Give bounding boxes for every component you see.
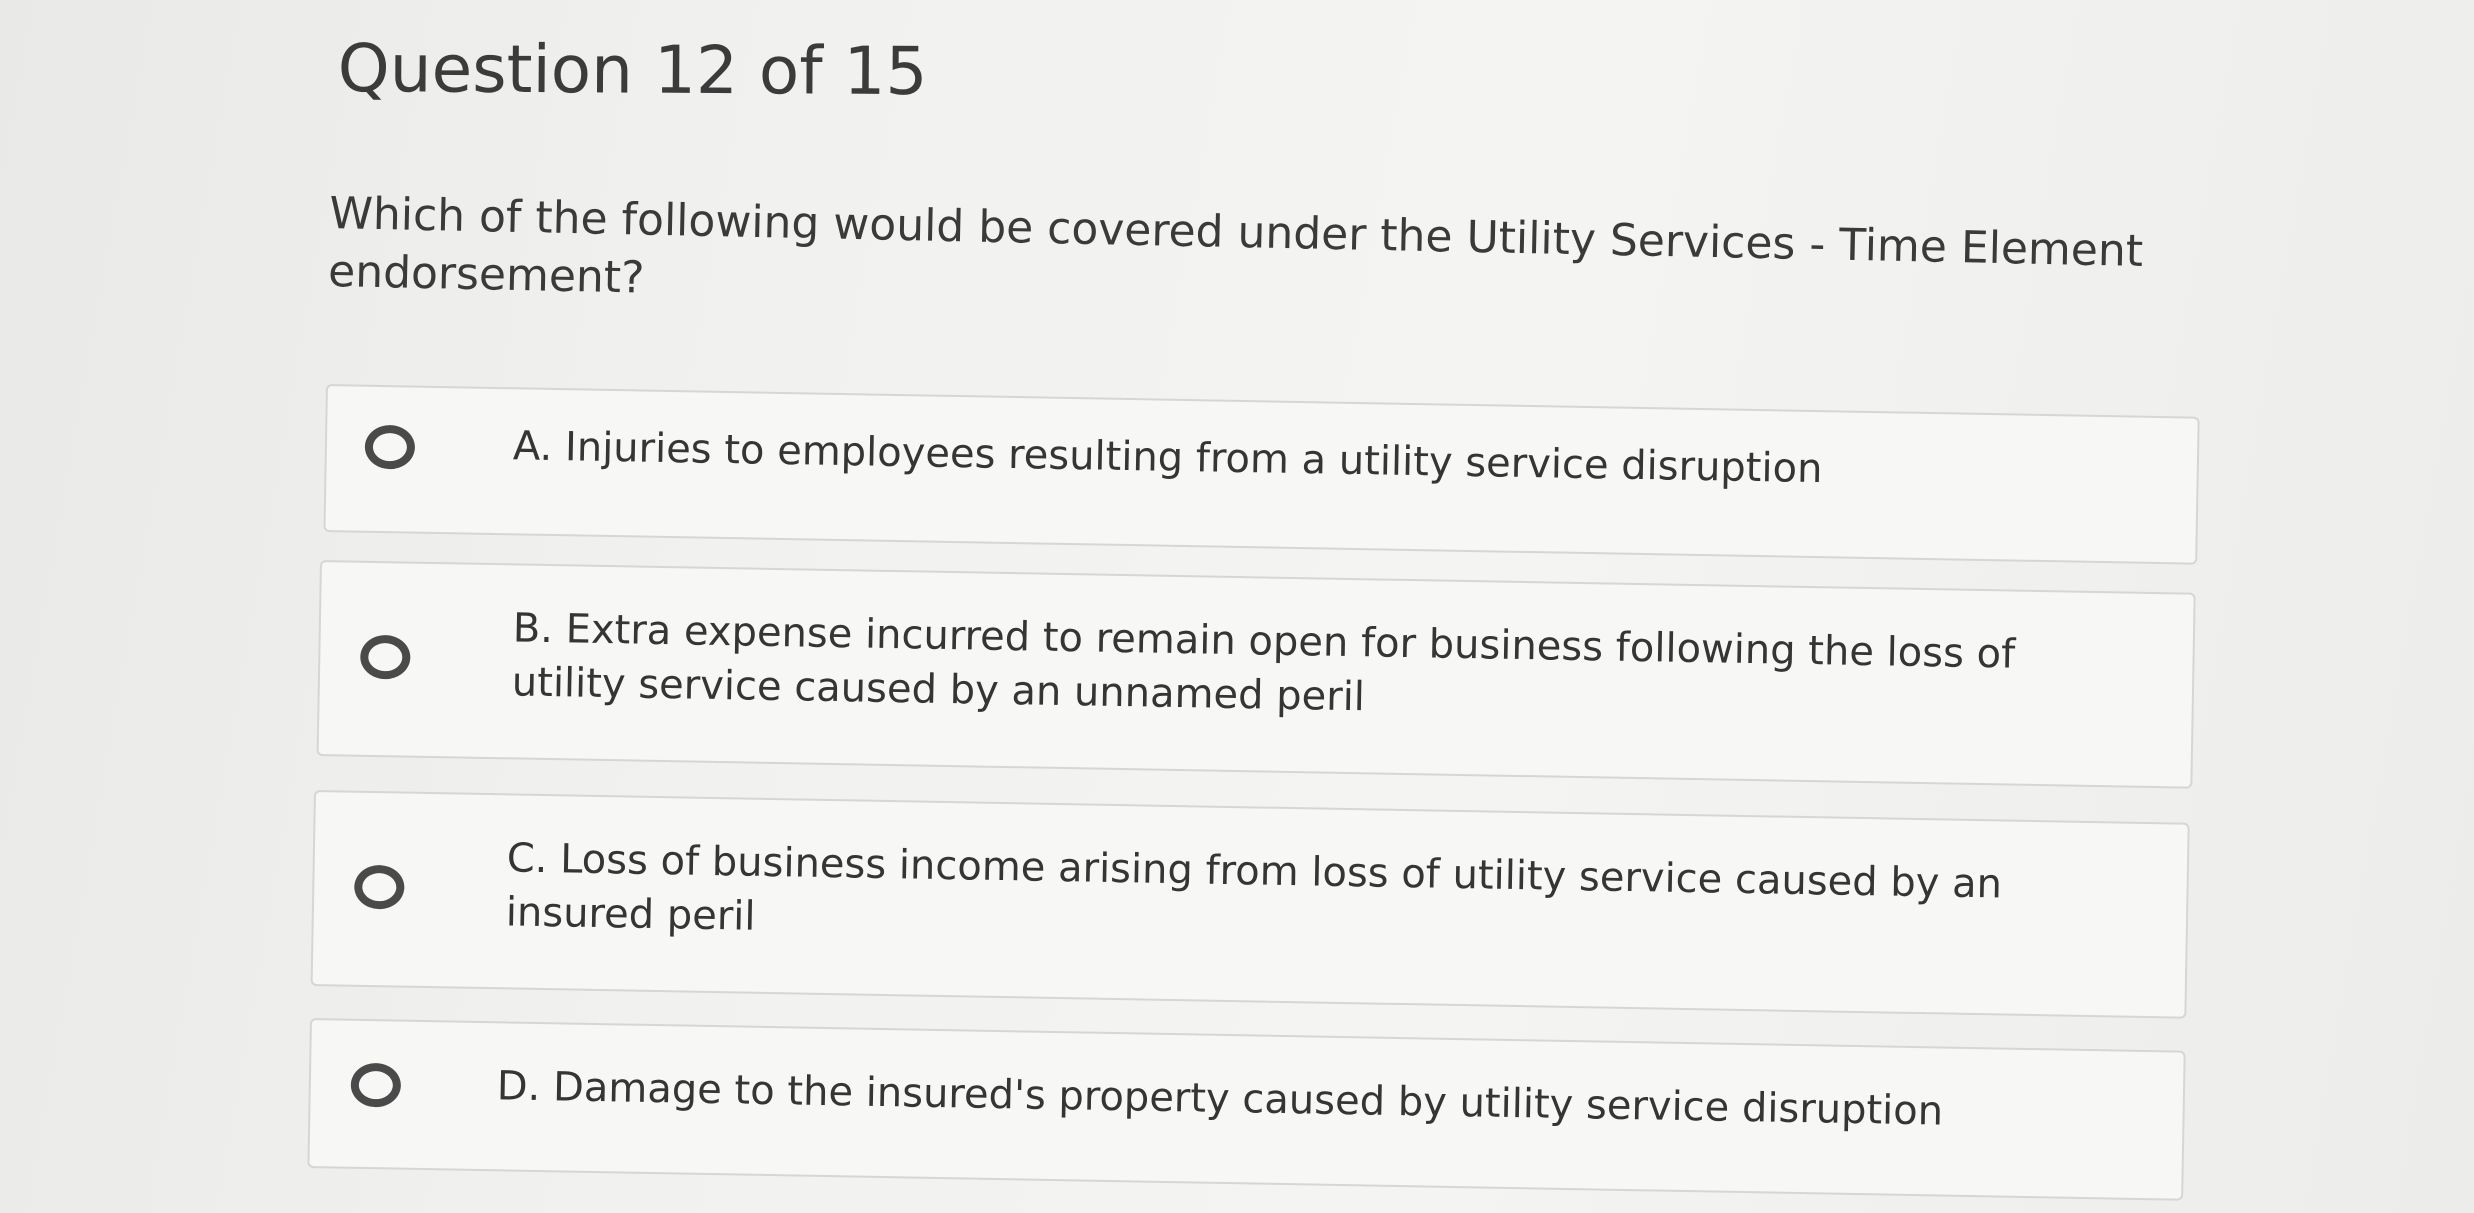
answer-option-c[interactable]: C. Loss of business income arising from … (310, 790, 2190, 1019)
answer-option-a[interactable]: A. Injuries to employees resulting from … (323, 384, 2200, 565)
answer-option-d[interactable]: D. Damage to the insured's property caus… (307, 1018, 2186, 1201)
answer-option-b-label: B. Extra expense incurred to remain open… (511, 605, 2016, 721)
radio-button-b[interactable] (359, 634, 411, 680)
quiz-page: Question 12 of 15 Which of the following… (0, 0, 2474, 1213)
radio-button-c[interactable] (353, 864, 405, 910)
radio-button-a[interactable] (364, 424, 416, 470)
answer-option-d-label: D. Damage to the insured's property caus… (496, 1063, 1944, 1135)
answer-options: A. Injuries to employees resulting from … (0, 0, 2474, 1213)
answer-option-a-label: A. Injuries to employees resulting from … (512, 423, 1823, 493)
answer-option-b[interactable]: B. Extra expense incurred to remain open… (316, 560, 2196, 789)
radio-button-d[interactable] (350, 1062, 402, 1108)
answer-option-c-label: C. Loss of business income arising from … (505, 835, 2003, 940)
